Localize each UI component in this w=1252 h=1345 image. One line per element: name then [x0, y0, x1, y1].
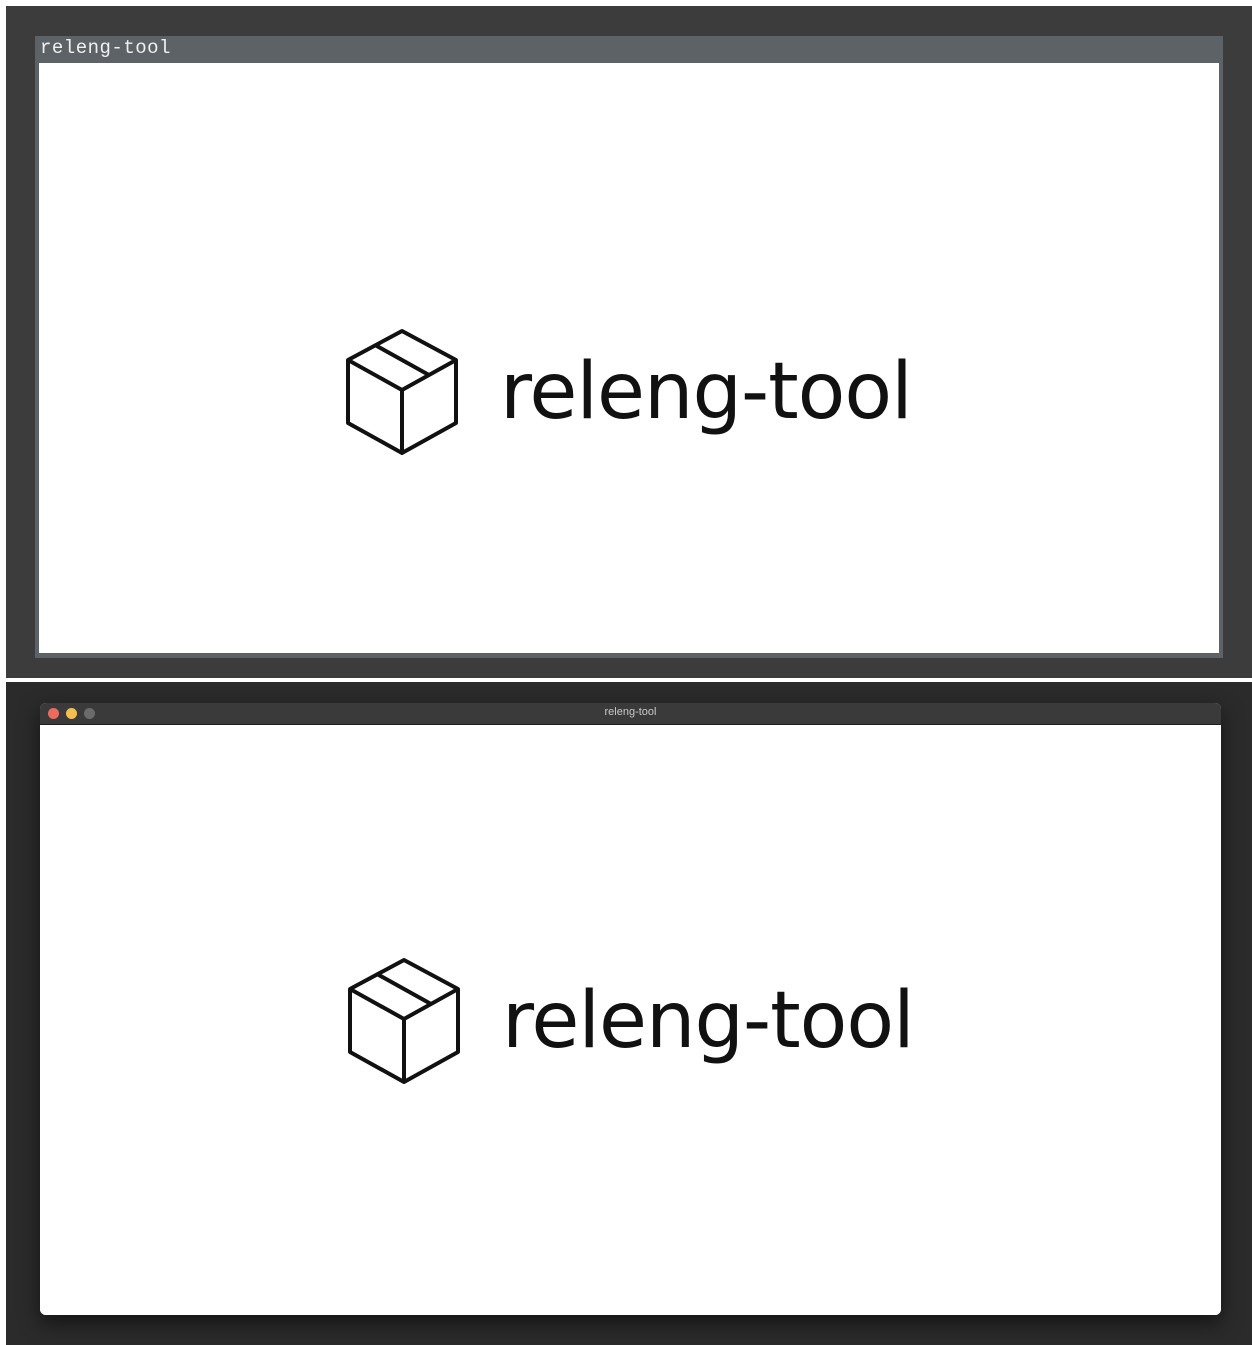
- releng-tool-logo: releng-tool: [344, 327, 913, 457]
- window-content: releng-tool: [40, 725, 1221, 1315]
- window-content: releng-tool: [39, 63, 1219, 653]
- logo-wordmark: releng-tool: [500, 347, 913, 437]
- window-titlebar[interactable]: releng-tool: [40, 703, 1221, 725]
- window-titlebar[interactable]: releng-tool: [35, 36, 1223, 62]
- x11-window: releng-tool releng-tool: [35, 36, 1223, 658]
- logo-wordmark: releng-tool: [502, 976, 915, 1066]
- releng-tool-logo: releng-tool: [346, 956, 915, 1086]
- package-box-icon: [348, 958, 460, 1084]
- package-box-icon: [346, 329, 458, 455]
- mac-window: releng-tool releng-tool: [40, 703, 1221, 1315]
- window-title: releng-tool: [604, 706, 657, 718]
- window-title: releng-tool: [40, 37, 171, 59]
